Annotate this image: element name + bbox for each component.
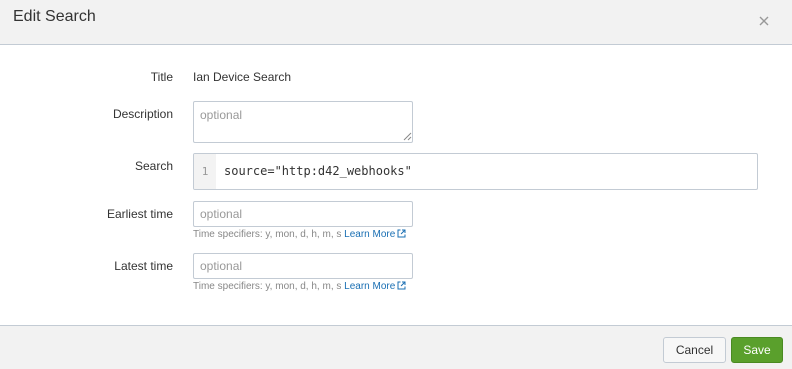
earliest-time-field[interactable] <box>193 201 413 227</box>
title-value: Ian Device Search <box>193 70 292 84</box>
latest-time-field[interactable] <box>193 253 413 279</box>
dialog-title: Edit Search <box>13 8 96 25</box>
latest-time-help: Time specifiers: y, mon, d, h, m, s Lear… <box>193 281 406 292</box>
search-label: Search <box>134 159 173 173</box>
earliest-time-help: Time specifiers: y, mon, d, h, m, s Lear… <box>193 229 406 240</box>
close-icon[interactable] <box>755 12 773 30</box>
dialog-footer: Cancel Save <box>0 325 792 369</box>
latest-time-label: Latest time <box>114 259 173 273</box>
latest-learn-more-label[interactable]: Learn More <box>344 281 395 292</box>
line-number: 1 <box>194 154 216 189</box>
earliest-learn-more-label[interactable]: Learn More <box>344 229 395 240</box>
earliest-help-text: Time specifiers: y, mon, d, h, m, s <box>193 229 342 240</box>
latest-help-text: Time specifiers: y, mon, d, h, m, s <box>193 281 342 292</box>
title-label: Title <box>150 70 173 84</box>
latest-learn-more-link[interactable]: Learn More <box>344 281 406 292</box>
resize-grip-icon[interactable] <box>402 131 412 141</box>
edit-search-dialog: Edit Search Title Ian Device Search Desc… <box>0 0 792 369</box>
external-link-icon <box>397 229 406 238</box>
cancel-button[interactable]: Cancel <box>663 337 726 363</box>
dialog-header: Edit Search <box>0 0 792 45</box>
search-editor[interactable]: 1 source="http:d42_webhooks" <box>193 153 758 190</box>
save-button[interactable]: Save <box>731 337 783 363</box>
search-query[interactable]: source="http:d42_webhooks" <box>224 154 412 189</box>
description-label: Description <box>112 107 173 121</box>
earliest-time-label: Earliest time <box>106 207 173 221</box>
external-link-icon <box>397 281 406 290</box>
description-field[interactable] <box>193 101 413 143</box>
earliest-learn-more-link[interactable]: Learn More <box>344 229 406 240</box>
